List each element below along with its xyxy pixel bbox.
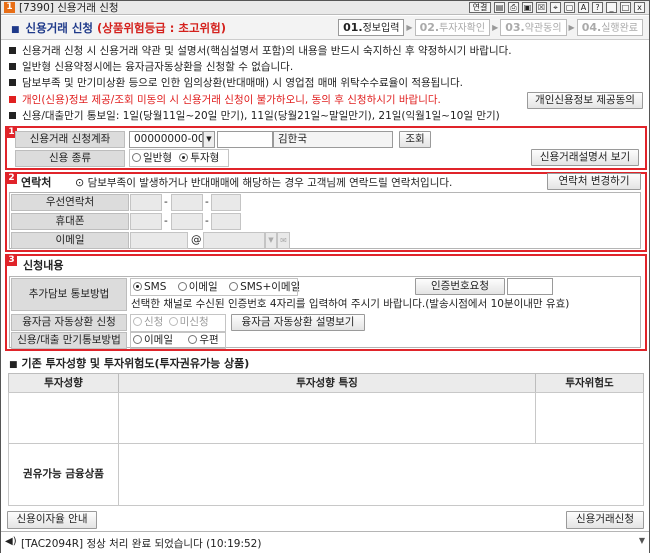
step-arrow-icon: ▶: [492, 23, 499, 32]
speaker-icon: ◀): [5, 536, 17, 547]
mobile-2[interactable]: [171, 213, 203, 230]
at-sign: @: [191, 234, 202, 246]
notify-method-label: 추가담보 통보방법: [11, 278, 127, 311]
risk-cell: [535, 392, 644, 444]
app-window: 1 [7390] 신용거래 신청 연결 ▤ ⎙ ▣ ☒ ⌖ ▢ A ? _ □ …: [0, 0, 650, 553]
link-button[interactable]: 연결: [469, 2, 491, 13]
notice-item: 신용/대출만기 통보일: 1일(당월11일~20일 만기), 11일(당월21일…: [9, 110, 500, 123]
save-icon[interactable]: ▤: [494, 2, 505, 13]
window-icon[interactable]: ▣: [522, 2, 533, 13]
query-button[interactable]: 조회: [399, 131, 431, 148]
application-title: 신청내용: [23, 259, 64, 272]
col-profile-feature: 투자성향 특징: [118, 373, 536, 393]
credit-type-group: [129, 149, 229, 167]
help-button[interactable]: ?: [592, 2, 603, 13]
mobile-label: 휴대폰: [11, 213, 129, 230]
separator: -: [205, 196, 209, 208]
email-dropdown-icon[interactable]: ▼: [265, 232, 277, 249]
account-holder-name: 김한국: [273, 131, 393, 148]
step-indicator: 01.정보입력 ▶ 02.투자자확인 ▶ 03.약관동의 ▶ 04.실행완료: [338, 19, 643, 36]
mobile-3[interactable]: [211, 213, 241, 230]
email-id-input[interactable]: [130, 232, 188, 249]
contact-change-button[interactable]: 연락처 변경하기: [547, 173, 641, 190]
step-1: 01.정보입력: [338, 19, 405, 36]
apply-credit-button[interactable]: 신용거래신청: [566, 511, 644, 529]
separator: -: [164, 215, 168, 227]
contact-desc: ⊙ 담보부족이 발생하거나 반대매매에 해당하는 경우 고객님께 연락드릴 연락…: [75, 176, 453, 189]
status-dropdown-icon[interactable]: ▼: [639, 536, 645, 545]
notice-item: 담보부족 및 만기미상환 등으로 인한 임의상환(반대매매) 시 영업점 매매 …: [9, 77, 463, 90]
primary-phone-1[interactable]: [130, 194, 162, 211]
primary-phone-3[interactable]: [211, 194, 241, 211]
primary-phone-2[interactable]: [171, 194, 203, 211]
print-icon[interactable]: ⎙: [508, 2, 519, 13]
col-risk-level: 투자위험도: [535, 373, 644, 393]
account-select[interactable]: 00000000-00: [129, 131, 203, 148]
expiry-notify-group: [130, 332, 226, 349]
separator: -: [164, 196, 168, 208]
separator: -: [205, 215, 209, 227]
contact-title: 연락처: [21, 176, 52, 189]
step-arrow-icon: ▶: [568, 23, 575, 32]
bullet-icon: ■: [9, 360, 18, 370]
bullet-icon: ■: [11, 25, 20, 35]
auto-repay-group: [130, 314, 226, 332]
credit-info-consent-button[interactable]: 개인신용정보 제공동의: [527, 92, 643, 109]
notice-item: 신용거래 신청 시 신용거래 약관 및 설명서(핵심설명서 포함)의 내용을 반…: [9, 45, 512, 58]
target-icon: ⊙: [75, 176, 85, 189]
window-controls: 연결 ▤ ⎙ ▣ ☒ ⌖ ▢ A ? _ □ x: [469, 2, 645, 14]
status-message: [TAC2094R] 정상 처리 완료 되었습니다 (10:19:52): [21, 538, 262, 550]
notify-method-group: [130, 278, 298, 296]
mobile-1[interactable]: [130, 213, 162, 230]
app-number-icon: 1: [4, 2, 15, 13]
risk-grade: (상품위험등급 : 초고위험): [97, 21, 226, 35]
maximize-icon[interactable]: □: [620, 2, 631, 13]
auth-code-input[interactable]: [507, 278, 553, 295]
step-4: 04.실행완료: [576, 19, 643, 36]
expiry-notify-label: 신용/대출 만기통보방법: [11, 332, 127, 349]
col-investor-profile: 투자성향: [8, 373, 119, 393]
notice-item-warning: 개인(신용)정보 제공/조회 미동의 시 신용거래 신청이 불가하오니, 동의 …: [9, 94, 441, 107]
lock-icon[interactable]: ▢: [564, 2, 575, 13]
minimize-icon[interactable]: _: [606, 2, 617, 13]
close-icon[interactable]: x: [634, 2, 645, 13]
investor-title: ■ 기존 투자성향 및 투자위험도(투자권유가능 상품): [9, 357, 250, 370]
status-bar: ◀) [TAC2094R] 정상 처리 완료 되었습니다 (10:19:52) …: [1, 531, 649, 553]
interest-rate-info-button[interactable]: 신용이자율 안내: [7, 511, 97, 529]
account-label: 신용거래 신청계좌: [15, 131, 125, 148]
font-size-button[interactable]: A: [578, 2, 589, 13]
section-3-badge: 3: [6, 255, 17, 266]
notice-item: 일반형 신용약정시에는 융자금자동상환을 신청할 수 없습니다.: [9, 61, 293, 74]
email-label: 이메일: [11, 232, 129, 249]
auto-repay-label: 융자금 자동상환 신청: [11, 314, 127, 331]
step-arrow-icon: ▶: [406, 23, 413, 32]
auto-repay-info-button[interactable]: 융자금 자동상환 설명보기: [231, 314, 365, 331]
recommend-cell: [118, 443, 644, 506]
account-password-input[interactable]: [217, 131, 273, 148]
credit-type-label: 신용 종류: [15, 150, 125, 167]
close-box-icon[interactable]: ☒: [536, 2, 547, 13]
recommend-label: 권유가능 금융상품: [8, 443, 119, 506]
pin-icon[interactable]: ⌖: [550, 2, 561, 13]
page-title: ■ 신용거래 신청 (상품위험등급 : 초고위험): [11, 20, 226, 38]
account-dropdown-icon[interactable]: ▼: [203, 131, 215, 148]
auth-request-button[interactable]: 인증번호요청: [415, 278, 505, 295]
auth-desc: 선택한 채널로 수신된 인증번호 4자리를 입력하여 주시기 바랍니다.(발송시…: [131, 298, 570, 310]
step-2: 02.투자자확인: [414, 19, 491, 36]
window-title: [7390] 신용거래 신청: [19, 2, 119, 14]
title-bar: 1 [7390] 신용거래 신청 연결 ▤ ⎙ ▣ ☒ ⌖ ▢ A ? _ □ …: [1, 1, 649, 15]
profile-cell: [8, 392, 119, 444]
credit-manual-button[interactable]: 신용거래설명서 보기: [531, 149, 639, 166]
email-mail-icon[interactable]: ✉: [277, 232, 290, 249]
feature-cell: [118, 392, 536, 444]
step-3: 03.약관동의: [500, 19, 567, 36]
primary-phone-label: 우선연락처: [11, 194, 129, 211]
page-header: ■ 신용거래 신청 (상품위험등급 : 초고위험) 01.정보입력 ▶ 02.투…: [1, 16, 649, 40]
page-title-text: 신용거래 신청: [25, 21, 94, 35]
section-2-badge: 2: [6, 173, 17, 184]
email-domain-input[interactable]: [203, 232, 265, 249]
